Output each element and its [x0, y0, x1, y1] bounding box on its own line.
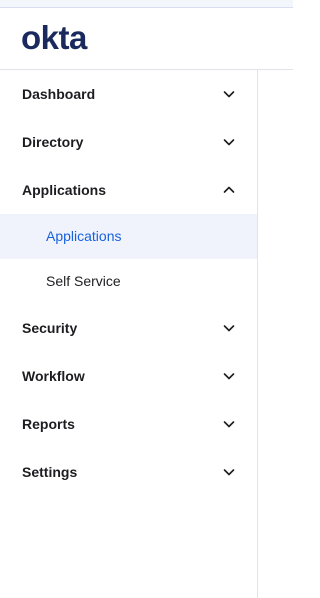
sidebar-item-applications[interactable]: Applications — [0, 166, 257, 214]
sidebar-item-dashboard[interactable]: Dashboard — [0, 70, 257, 118]
chevron-down-icon — [222, 321, 236, 335]
sidebar-subitem-label: Self Service — [46, 273, 121, 289]
header: okta — [0, 8, 293, 70]
top-strip — [0, 0, 293, 8]
content-divider — [257, 70, 258, 598]
sidebar-item-directory[interactable]: Directory — [0, 118, 257, 166]
chevron-down-icon — [222, 369, 236, 383]
chevron-down-icon — [222, 135, 236, 149]
sidebar-item-label: Dashboard — [22, 86, 96, 102]
sidebar-item-label: Workflow — [22, 368, 85, 384]
sidebar-item-reports[interactable]: Reports — [0, 400, 257, 448]
sidebar-item-label: Directory — [22, 134, 84, 150]
sidebar-item-label: Security — [22, 320, 78, 336]
okta-logo[interactable]: okta — [21, 18, 87, 58]
sidebar-subitem-applications[interactable]: Applications — [0, 214, 257, 259]
sidebar-item-label: Settings — [22, 464, 78, 480]
chevron-up-icon — [222, 183, 236, 197]
chevron-down-icon — [222, 465, 236, 479]
sidebar-item-workflow[interactable]: Workflow — [0, 352, 257, 400]
sidebar-subitem-label: Applications — [46, 228, 122, 244]
chevron-down-icon — [222, 87, 236, 101]
sidebar-item-settings[interactable]: Settings — [0, 448, 257, 496]
sidebar-item-label: Applications — [22, 182, 107, 198]
sidebar-item-security[interactable]: Security — [0, 304, 257, 352]
sidebar-subitem-self-service[interactable]: Self Service — [0, 259, 257, 304]
sidebar-item-label: Reports — [22, 416, 75, 432]
sidebar-nav: Dashboard Directory Applications Applica… — [0, 70, 257, 496]
chevron-down-icon — [222, 417, 236, 431]
